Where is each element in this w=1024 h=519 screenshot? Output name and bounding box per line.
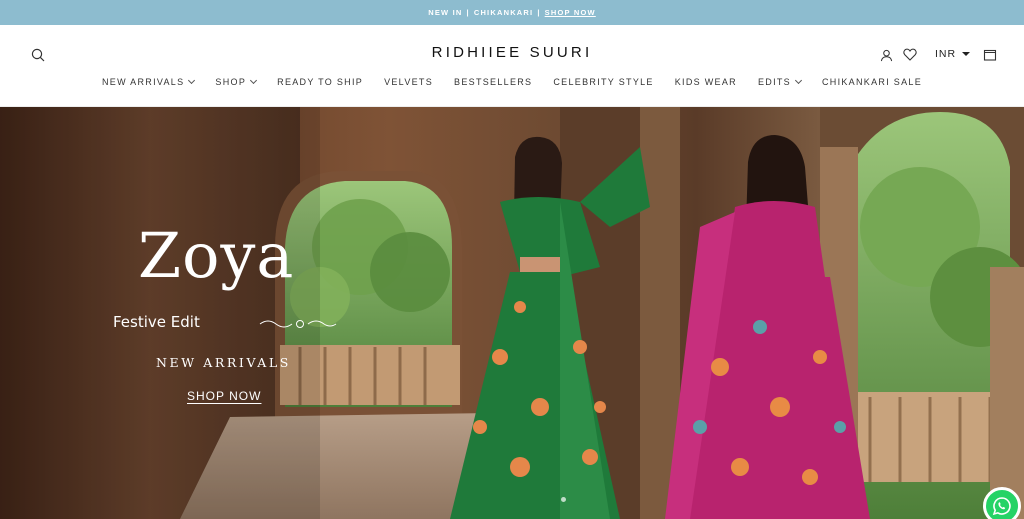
currency-selector[interactable]: INR (935, 48, 971, 60)
announcement-separator-2: | (537, 8, 541, 17)
announcement-text-chikankari: CHIKANKARI (473, 8, 534, 17)
nav-label: EDITS (757, 77, 791, 87)
nav-label: CHIKANKARI SALE (821, 77, 923, 87)
currency-label: INR (935, 48, 957, 60)
nav-bestsellers[interactable]: BESTSELLERS (444, 77, 543, 87)
hero-shop-now-button[interactable]: SHOP NOW (187, 389, 261, 403)
nav-kids-wear[interactable]: KIDS WEAR (664, 77, 747, 87)
announcement-bar: NEW IN | CHIKANKARI | SHOP NOW (0, 0, 1024, 25)
chevron-down-icon (250, 76, 258, 85)
nav-label: READY TO SHIP (277, 77, 364, 87)
nav-label: BESTSELLERS (454, 77, 533, 87)
announcement-text-new-in: NEW IN (428, 8, 463, 17)
nav-label: SHOP (215, 77, 247, 87)
announcement-separator: | (466, 8, 470, 17)
bag-icon[interactable] (982, 46, 998, 62)
nav-ready-to-ship[interactable]: READY TO SHIP (267, 77, 374, 87)
site-header: RIDHIIEE SUURI INR NEW ARRIVALS SHOP REA… (0, 25, 1024, 107)
announcement-shop-now-link[interactable]: SHOP NOW (545, 8, 596, 17)
chevron-down-icon (794, 76, 803, 85)
chevron-down-icon (188, 76, 196, 85)
hero-subtitle: Festive Edit (113, 313, 200, 331)
site-logo[interactable]: RIDHIIEE SUURI (0, 44, 1024, 61)
nav-celebrity-style[interactable]: CELEBRITY STYLE (543, 77, 664, 87)
carousel-dot[interactable] (561, 497, 566, 502)
nav-edits[interactable]: EDITS (747, 76, 811, 87)
hero-title: Zoya (138, 219, 295, 292)
whatsapp-chat-icon[interactable] (983, 487, 1021, 519)
hero-banner[interactable]: Zoya Festive Edit NEW ARRIVALS SHOP NOW (0, 107, 1024, 519)
nav-label: KIDS WEAR (674, 77, 737, 87)
hero-tagline: NEW ARRIVALS (156, 355, 291, 370)
nav-label: VELVETS (384, 77, 434, 87)
main-navigation: NEW ARRIVALS SHOP READY TO SHIP VELVETS … (0, 76, 1024, 87)
ornament-flourish-icon (259, 320, 337, 328)
nav-label: CELEBRITY STYLE (553, 77, 654, 87)
heart-icon[interactable] (902, 46, 918, 62)
nav-label: NEW ARRIVALS (101, 77, 185, 87)
nav-velvets[interactable]: VELVETS (374, 77, 444, 87)
nav-chikankari-sale[interactable]: CHIKANKARI SALE (811, 77, 932, 87)
user-icon[interactable] (878, 47, 894, 63)
caret-down-icon (962, 52, 971, 56)
nav-new-arrivals[interactable]: NEW ARRIVALS (91, 76, 204, 87)
nav-shop[interactable]: SHOP (205, 76, 267, 87)
